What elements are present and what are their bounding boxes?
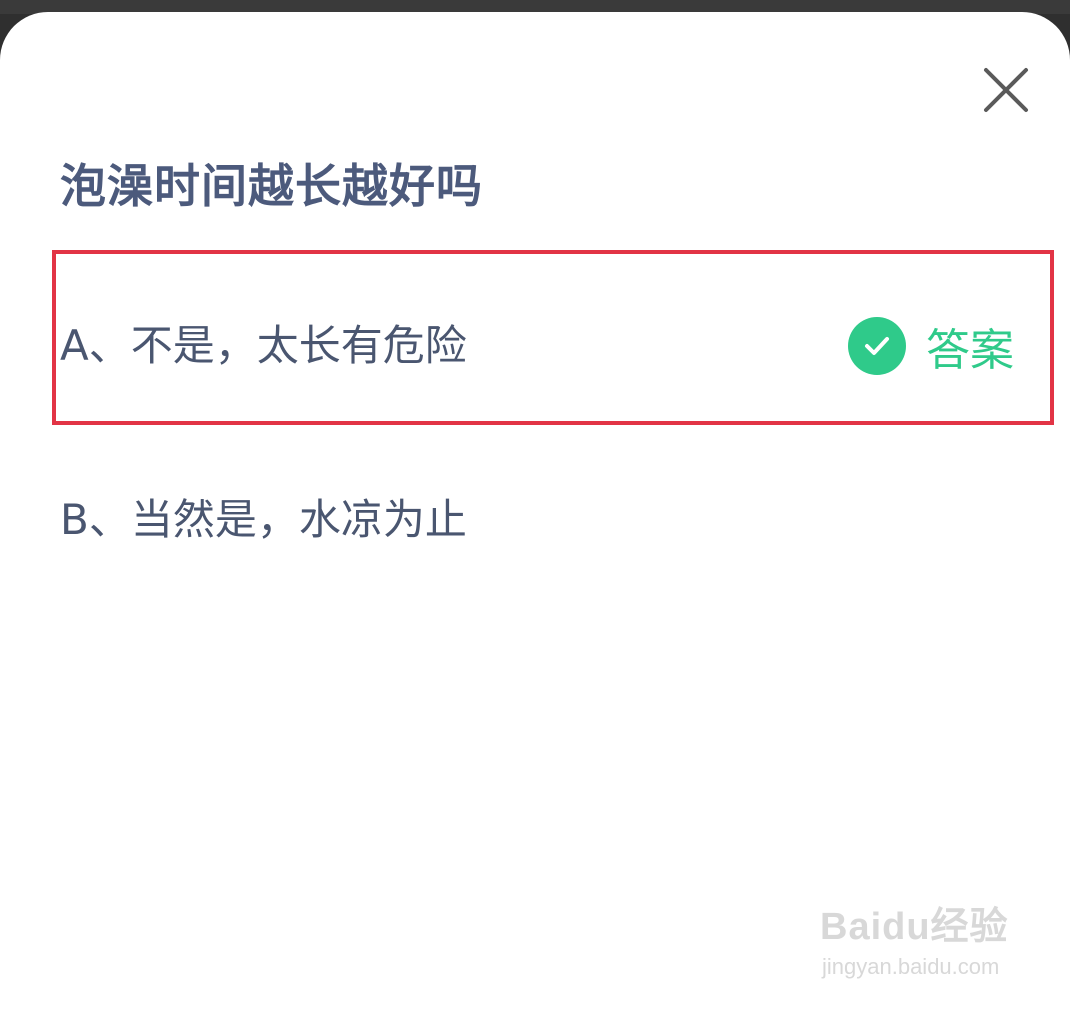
answer-tag: 答案 (848, 316, 1014, 376)
baidu-jingyan-watermark: Baidu经验 jingyan.baidu.com (820, 895, 1009, 980)
check-circle-icon (848, 317, 906, 375)
watermark-brand: Baidu经验 (820, 906, 1009, 948)
close-icon (984, 68, 1028, 112)
option-a[interactable]: A、不是，太长有危险 (60, 312, 467, 373)
close-button[interactable] (978, 62, 1034, 118)
option-b[interactable]: B、当然是，水凉为止 (60, 486, 467, 547)
watermark-url: jingyan.baidu.com (822, 954, 1000, 979)
answer-label: 答案 (926, 325, 1014, 376)
question-title: 泡澡时间越长越好吗 (60, 159, 483, 213)
screen: 泡澡时间越长越好吗 A、不是，太长有危险 答案 B、当然是，水凉为止 Baidu… (0, 0, 1070, 1009)
